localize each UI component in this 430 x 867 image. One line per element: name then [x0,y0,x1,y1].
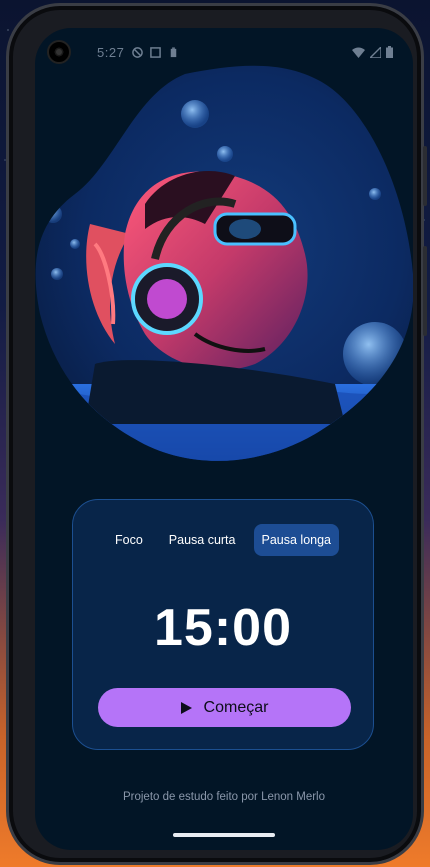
power-button [423,146,427,206]
start-button[interactable]: Começar [98,688,351,727]
app-screen: 5:27 Foco Pausa curta Pausa longa 15:00 … [35,28,413,850]
timer-card: Foco Pausa curta Pausa longa 15:00 Começ… [72,499,374,750]
tab-pausa-curta[interactable]: Pausa curta [161,524,244,556]
phone-frame: 5:27 Foco Pausa curta Pausa longa 15:00 … [6,3,427,865]
footer-credit: Projeto de estudo feito por Lenon Merlo [122,791,326,803]
do-not-disturb-icon [132,46,144,58]
volume-button [423,246,427,336]
status-bar: 5:27 [35,40,413,64]
mode-tabs: Foco Pausa curta Pausa longa [73,524,373,556]
battery-icon [386,46,393,58]
start-button-label: Começar [203,698,269,716]
tab-pausa-longa[interactable]: Pausa longa [253,524,340,556]
signal-icon [370,46,381,58]
home-gesture-bar[interactable] [173,833,275,837]
hero-illustration [35,65,413,461]
play-icon [180,701,192,714]
tab-foco[interactable]: Foco [107,524,151,556]
wifi-icon [352,47,365,58]
battery-saver-icon [171,46,177,57]
blob-mask [35,65,413,461]
screenshot-icon [150,46,162,58]
timer-display: 15:00 [154,599,292,657]
status-time: 5:27 [97,44,125,60]
front-camera [47,40,71,64]
